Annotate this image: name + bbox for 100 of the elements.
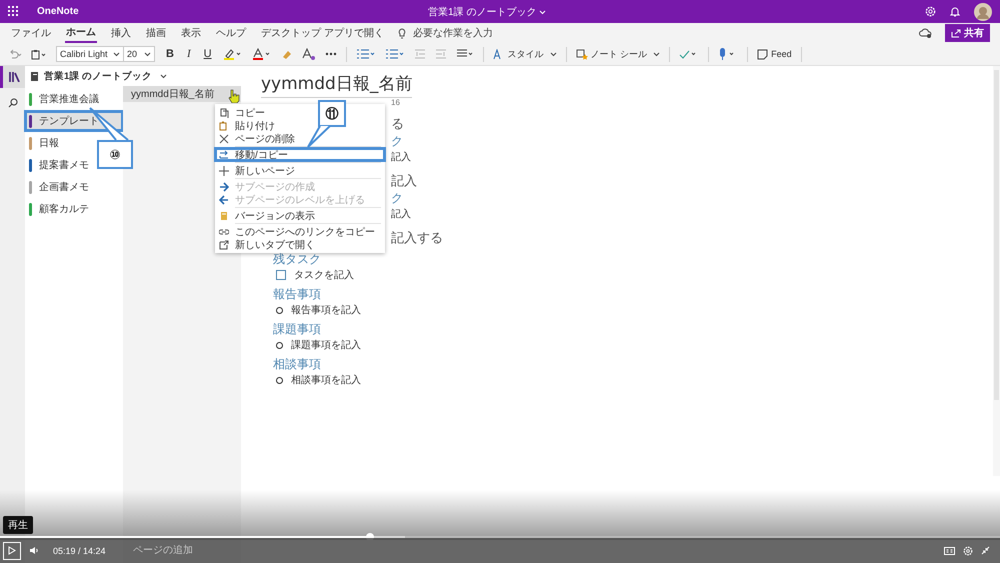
plus-icon (219, 166, 229, 176)
tag-star-icon (576, 48, 588, 60)
heading-text: 記入する (391, 229, 443, 247)
note-text: 相談事項を記入 (291, 374, 361, 387)
subheading-text: 報告事項 (273, 286, 322, 303)
history-icon (219, 210, 229, 220)
lightbulb-icon (398, 28, 406, 38)
menu-item[interactable]: 新しいページ (215, 164, 299, 177)
scrollbar[interactable] (993, 66, 1000, 476)
paste-icon (219, 120, 229, 130)
callout-label: ⑩ (97, 140, 133, 169)
text-effects-icon[interactable] (302, 48, 316, 60)
more-icon[interactable] (324, 52, 337, 56)
heading-text: 記入 (391, 172, 417, 190)
bullet-list-icon[interactable] (356, 48, 376, 60)
avatar-icon[interactable] (974, 2, 992, 20)
checkbox[interactable] (276, 270, 286, 280)
left-arrow-icon (219, 194, 229, 204)
menu-item[interactable]: 移動/コピー (215, 148, 385, 161)
section-name: 営業推進会議 (39, 92, 99, 106)
menu-item[interactable]: 貼り付け (215, 119, 279, 132)
link-icon (219, 226, 229, 236)
ribbon-tab[interactable]: 表示 (180, 24, 202, 42)
volume-icon[interactable] (29, 546, 39, 555)
open-desktop-link[interactable]: デスクトップ アプリで開く (260, 24, 385, 42)
share-button[interactable]: 共有 (945, 24, 990, 42)
section-name: 提案書メモ (39, 158, 89, 172)
menu-item[interactable]: ページの削除 (215, 132, 299, 145)
font-dropdown[interactable]: Calibri Light (56, 46, 124, 62)
notebook-title[interactable]: 営業1課 のノートブック (428, 5, 546, 19)
app-launcher-icon[interactable] (8, 6, 19, 17)
bullet-icon (276, 306, 283, 314)
font-size-dropdown[interactable]: 20 (123, 46, 155, 62)
delete-icon (219, 134, 229, 144)
video-time: 05:19 / 14:24 (53, 546, 106, 556)
section-tab[interactable]: 営業推進会議 (25, 89, 103, 109)
feed-button[interactable]: Feed (757, 48, 792, 60)
play-icon (8, 546, 16, 555)
new-tab-icon (219, 240, 229, 250)
section-tab[interactable]: 企画書メモ (25, 177, 93, 197)
ribbon-tab[interactable]: 挿入 (110, 24, 132, 42)
menu-item[interactable]: バージョンの表示 (215, 209, 319, 222)
styles-button[interactable]: スタイル (492, 48, 557, 60)
subheading-text: ク (391, 190, 403, 207)
page-date: 16 (391, 98, 400, 107)
bold-button[interactable]: B (164, 48, 176, 60)
highlighter-icon[interactable] (222, 48, 243, 60)
chevron-down-icon (144, 52, 151, 56)
align-icon[interactable] (456, 49, 474, 59)
add-page-link[interactable]: ページの追加 (133, 543, 193, 557)
chevron-down-icon (653, 52, 660, 56)
chevron-down-icon (550, 52, 557, 56)
section-tab[interactable]: テンプレート (25, 111, 123, 131)
play-tooltip: 再生 (3, 516, 33, 534)
section-tab[interactable]: 顧客カルテ (25, 199, 93, 219)
settings-icon[interactable] (963, 546, 973, 556)
chevron-down-icon (539, 10, 546, 14)
captions-icon[interactable] (944, 546, 955, 554)
chevron-down-icon (160, 74, 167, 78)
subheading-text: 課題事項 (273, 321, 322, 338)
ribbon-tab[interactable]: ファイル (10, 24, 52, 42)
numbered-list-icon[interactable] (384, 48, 405, 60)
font-color-icon[interactable] (252, 48, 272, 60)
subheading-text: 残タスク (273, 251, 322, 268)
collapse-icon[interactable] (981, 546, 990, 555)
underline-button[interactable]: U (202, 48, 214, 60)
note-tags-button[interactable]: ノート シール (576, 48, 660, 60)
search-icon[interactable] (8, 98, 18, 108)
note-text: 報告事項を記入 (291, 304, 361, 317)
copy-icon (219, 108, 229, 118)
note-text: タスクを記入 (294, 268, 354, 282)
ribbon-tab[interactable]: 描画 (145, 24, 167, 42)
cloud-sync-icon[interactable] (919, 28, 932, 38)
undo-icon[interactable] (8, 49, 22, 59)
section-name: テンプレート (39, 114, 99, 128)
note-text: 記入 (391, 150, 411, 164)
settings-icon[interactable] (925, 6, 936, 17)
section-name: 顧客カルテ (39, 202, 89, 216)
page-tab[interactable]: yymmdd日報_名前 (123, 86, 241, 102)
section-tab[interactable]: 日報 (25, 133, 63, 153)
bell-icon[interactable] (950, 6, 960, 17)
callout-label: ⑪ (318, 100, 346, 127)
menu-item[interactable]: コピー (215, 106, 269, 119)
ribbon-tab[interactable]: ヘルプ (215, 24, 247, 42)
notebook-dropdown[interactable]: 営業1課 のノートブック (25, 66, 167, 86)
app-name: OneNote (37, 6, 79, 17)
italic-button[interactable]: I (184, 48, 193, 60)
section-tab[interactable]: 提案書メモ (25, 155, 93, 175)
note-icon (757, 48, 768, 60)
hand-cursor-icon (228, 89, 240, 103)
play-button[interactable] (3, 542, 21, 560)
notebooks-icon[interactable] (8, 72, 20, 82)
search-field[interactable]: 必要な作業を入力 (410, 26, 525, 40)
subheading-text: 相談事項 (273, 356, 322, 373)
menu-item[interactable]: このページへのリンクをコピー (215, 225, 379, 238)
page-title: yymmdd日報_名前 (261, 66, 412, 98)
menu-item[interactable]: 新しいタブで開く (215, 238, 319, 251)
note-text: 記入 (391, 208, 411, 221)
right-arrow-icon (219, 182, 229, 192)
clipboard-icon[interactable] (31, 48, 47, 60)
